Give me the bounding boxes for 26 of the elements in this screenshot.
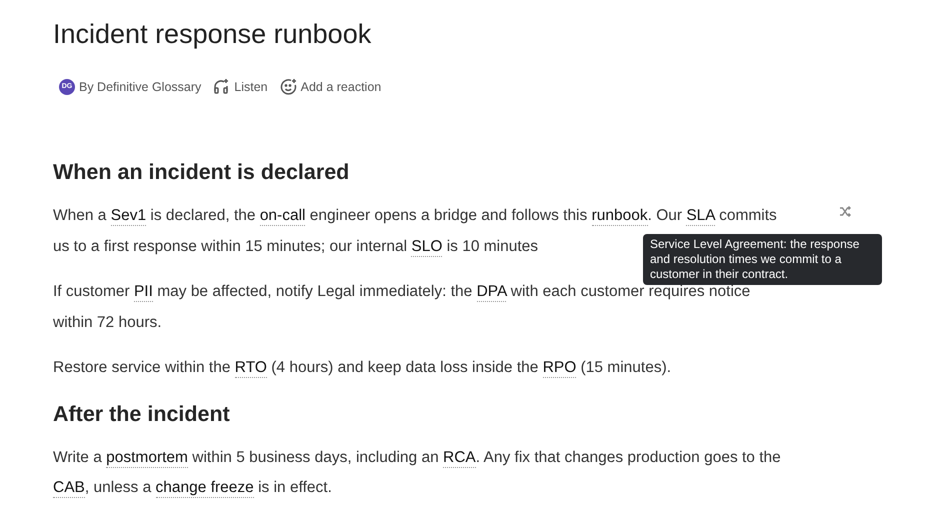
section-heading: After the incident bbox=[53, 400, 231, 428]
tooltip: Service Level Agreement: the response and resolution times we commit to a customer in their contract. bbox=[643, 234, 882, 285]
glossary-term[interactable]: SLA bbox=[686, 207, 715, 226]
glossary-term[interactable]: RTO bbox=[234, 359, 267, 378]
glossary-term[interactable]: RCA bbox=[443, 448, 476, 468]
author-name[interactable]: By Definitive Glossary bbox=[79, 80, 202, 94]
glossary-term[interactable]: Sev1 bbox=[110, 207, 146, 226]
glossary-term[interactable]: CAB bbox=[53, 479, 85, 498]
smiley-plus-icon[interactable] bbox=[280, 78, 297, 95]
glossary-term[interactable]: runbook bbox=[592, 207, 648, 226]
paragraph: If customer PII may be affected, notify Legal immediately: the DPA with each customer requires notice within 72 hours. bbox=[53, 282, 752, 332]
shuffle-icon[interactable] bbox=[839, 206, 851, 217]
glossary-term[interactable]: postmortem bbox=[106, 448, 188, 468]
paragraph: Write a postmortem within 5 business days, including an RCA. Any fix that changes production goes to the CAB, unless a change freeze is in effect. bbox=[53, 448, 782, 500]
section-heading: When an incident is declared bbox=[53, 159, 350, 186]
glossary-term[interactable]: RPO bbox=[542, 359, 576, 378]
glossary-term[interactable]: SLO bbox=[411, 238, 442, 256]
listen-button[interactable]: Listen bbox=[234, 80, 268, 94]
paragraph: Restore service within the RTO (4 hours) and keep data loss inside the RPO (15 minutes). bbox=[53, 358, 672, 380]
glossary-term[interactable]: change freeze bbox=[156, 479, 254, 498]
glossary-term[interactable]: PII bbox=[134, 283, 153, 302]
headphones-icon[interactable] bbox=[213, 78, 230, 95]
add-reaction-button[interactable]: Add a reaction bbox=[300, 80, 382, 94]
glossary-term[interactable]: DPA bbox=[476, 283, 506, 302]
glossary-term[interactable]: on-call bbox=[260, 207, 306, 226]
page-title: Incident response runbook bbox=[53, 18, 372, 51]
